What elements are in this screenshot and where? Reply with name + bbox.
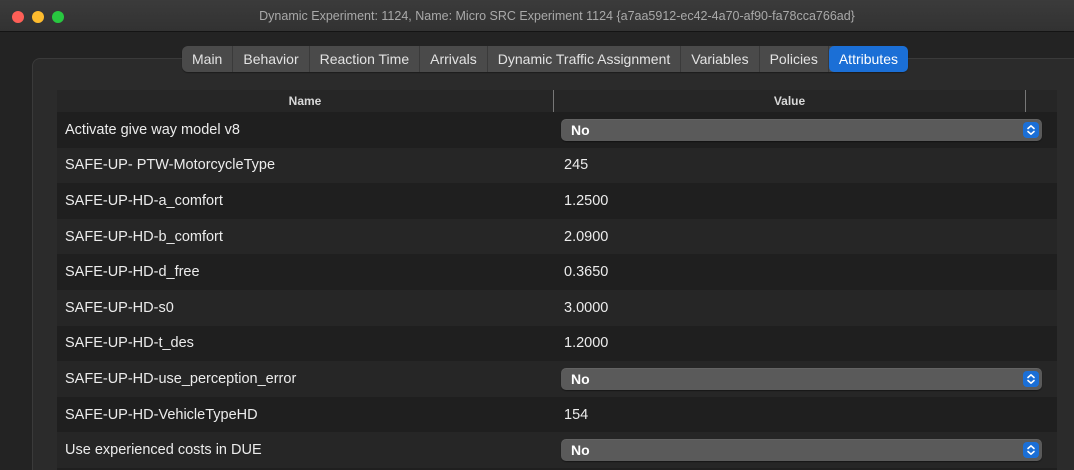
table-row[interactable]: SAFE-UP-HD-d_free 0.3650 [57, 254, 1057, 290]
attribute-value[interactable]: 0.3650 [561, 264, 608, 280]
table-row[interactable]: SAFE-UP-HD-t_des 1.2000 [57, 326, 1057, 362]
table-row[interactable]: SAFE-UP-HD-a_comfort 1.2500 [57, 183, 1057, 219]
attribute-name: SAFE-UP-HD-s0 [65, 299, 174, 316]
table-row[interactable]: SAFE-UP- PTW-MotorcycleType 245 [57, 147, 1057, 184]
chevron-updown-icon[interactable] [1023, 370, 1039, 387]
table-header: Name Value [57, 90, 1057, 112]
attribute-name: SAFE-UP-HD-a_comfort [65, 192, 223, 209]
attribute-name: SAFE-UP-HD-t_des [65, 335, 194, 352]
attribute-value[interactable]: 2.0900 [561, 229, 608, 245]
tab-reaction-time[interactable]: Reaction Time [310, 46, 421, 72]
tab-behavior[interactable]: Behavior [233, 46, 310, 72]
table-row[interactable]: Use experienced costs in DUE No [57, 432, 1057, 468]
name-column-header[interactable]: Name [57, 90, 554, 112]
value-column-header[interactable]: Value [554, 90, 1026, 112]
chevron-updown-icon[interactable] [1023, 121, 1039, 138]
attribute-name: Activate give way model v8 [65, 121, 240, 138]
attribute-value-cell[interactable]: 3.0000 [554, 300, 1057, 316]
chevron-updown-icon[interactable] [1023, 442, 1039, 459]
attribute-name: Use experienced costs in DUE [65, 442, 262, 459]
window-title: Dynamic Experiment: 1124, Name: Micro SR… [259, 9, 855, 23]
table-row[interactable]: SAFE-UP-HD-b_comfort 2.0900 [57, 218, 1057, 255]
tab-bar: Main Behavior Reaction Time Arrivals Dyn… [182, 46, 908, 72]
tab-main[interactable]: Main [182, 46, 234, 72]
attribute-name: SAFE-UP-HD-use_perception_error [65, 370, 297, 387]
attribute-value[interactable]: 1.2000 [561, 335, 608, 351]
attribute-value-cell: No [554, 118, 1057, 141]
attribute-value[interactable]: 1.2500 [561, 193, 608, 209]
attribute-value-cell[interactable]: 245 [554, 157, 1057, 173]
tab-variables[interactable]: Variables [681, 46, 760, 72]
tab-arrivals[interactable]: Arrivals [420, 46, 488, 72]
value-dropdown[interactable]: No [561, 439, 1042, 462]
attribute-value-cell[interactable]: 2.0900 [554, 229, 1057, 245]
table-row[interactable]: SAFE-UP-HD-s0 3.0000 [57, 289, 1057, 326]
title-bar: Dynamic Experiment: 1124, Name: Micro SR… [0, 0, 1074, 32]
table-row[interactable]: Activate give way model v8 No [57, 112, 1057, 148]
attribute-value-cell[interactable]: 1.2000 [554, 335, 1057, 351]
attribute-name: SAFE-UP-HD-b_comfort [65, 228, 223, 245]
table-row[interactable]: SAFE-UP-HD-VehicleTypeHD 154 [57, 397, 1057, 433]
attribute-value-cell[interactable]: 0.3650 [554, 264, 1057, 280]
value-dropdown[interactable]: No [561, 367, 1042, 390]
tab-attributes[interactable]: Attributes [828, 46, 908, 72]
attribute-value[interactable]: 245 [561, 157, 588, 173]
tab-policies[interactable]: Policies [760, 46, 829, 72]
attributes-table: Name Value Activate give way model v8 No… [57, 90, 1057, 470]
attribute-name: SAFE-UP- PTW-MotorcycleType [65, 157, 276, 174]
attribute-value-cell[interactable]: 1.2500 [554, 193, 1057, 209]
attribute-value-cell: No [554, 367, 1057, 390]
attribute-value-cell[interactable]: 154 [554, 407, 1057, 423]
dropdown-value: No [571, 370, 590, 387]
attribute-name: SAFE-UP-HD-d_free [65, 264, 200, 281]
attribute-value[interactable]: 154 [561, 407, 588, 423]
attribute-value[interactable]: 3.0000 [561, 300, 608, 316]
tab-dynamic-traffic-assignment[interactable]: Dynamic Traffic Assignment [488, 46, 682, 72]
attribute-name: SAFE-UP-HD-VehicleTypeHD [65, 406, 258, 423]
attribute-value-cell: No [554, 439, 1057, 462]
dropdown-value: No [571, 442, 590, 459]
dropdown-value: No [571, 121, 590, 138]
value-dropdown[interactable]: No [561, 118, 1042, 141]
table-row[interactable]: SAFE-UP-HD-use_perception_error No [57, 361, 1057, 397]
